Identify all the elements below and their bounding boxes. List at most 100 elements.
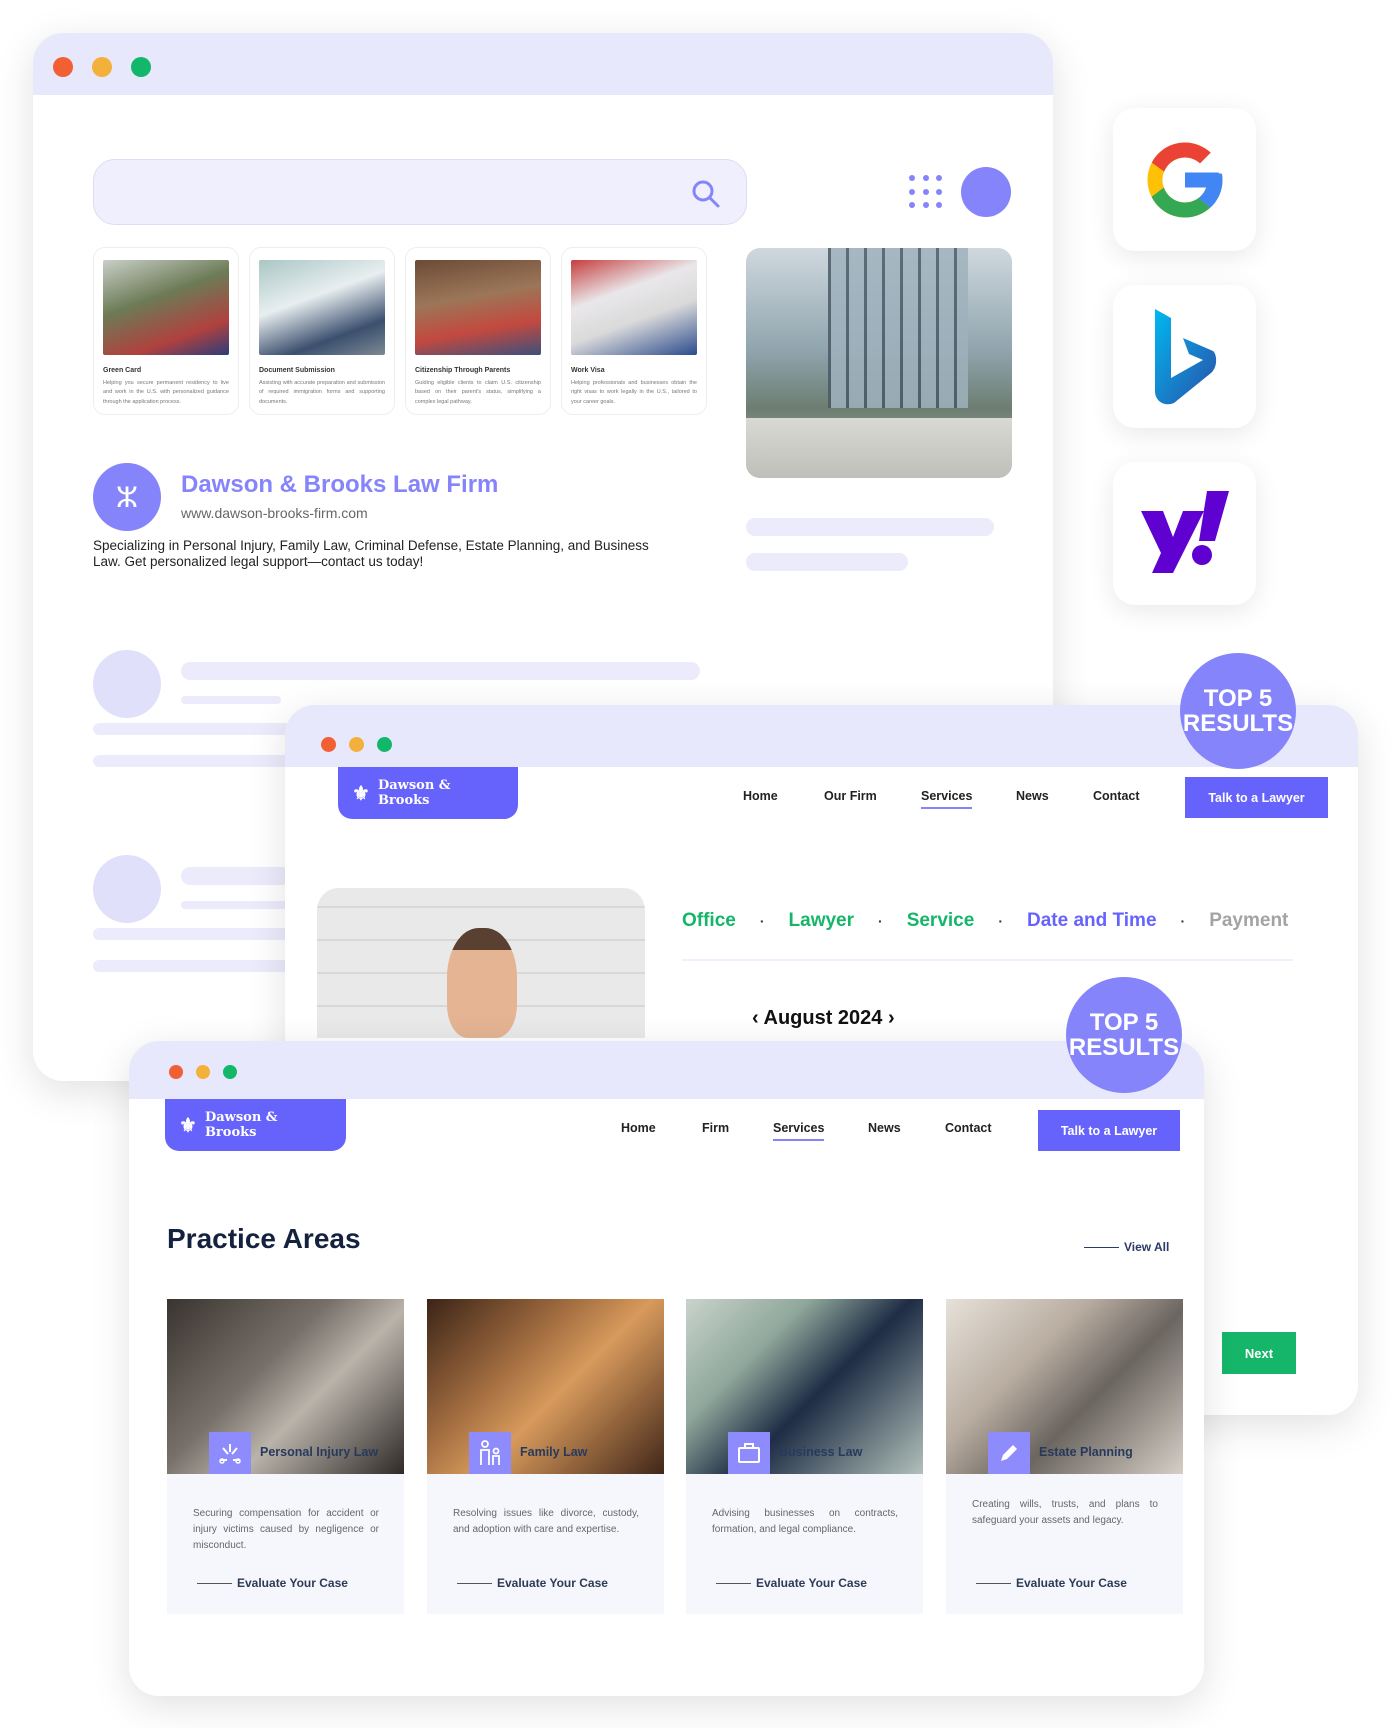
practice-card[interactable]: Estate Planning Creating wills, trusts, … bbox=[946, 1299, 1183, 1614]
lawyer-photo bbox=[317, 888, 645, 1038]
nav-our-firm[interactable]: Our Firm bbox=[824, 789, 877, 803]
maximize-dot[interactable] bbox=[131, 57, 151, 77]
placeholder-line bbox=[93, 755, 293, 767]
nav-firm[interactable]: Firm bbox=[702, 1121, 729, 1135]
brand-logo[interactable]: ⚜ Dawson & Brooks bbox=[338, 767, 518, 819]
next-month-button[interactable]: › bbox=[888, 1007, 895, 1029]
placeholder-line bbox=[93, 960, 293, 972]
step-lawyer[interactable]: Lawyer bbox=[789, 910, 854, 932]
placeholder-line bbox=[181, 696, 281, 704]
nav-news[interactable]: News bbox=[1016, 789, 1049, 803]
month-label: August 2024 bbox=[763, 1007, 883, 1029]
placeholder-avatar bbox=[93, 650, 161, 718]
nav-contact[interactable]: Contact bbox=[1093, 789, 1140, 803]
result-url[interactable]: www.dawson-brooks-firm.com bbox=[181, 505, 368, 521]
service-card-title: Work Visa bbox=[571, 367, 605, 374]
evaluate-case-link[interactable]: Evaluate Your Case bbox=[457, 1576, 608, 1590]
minimize-dot[interactable] bbox=[92, 57, 112, 77]
practice-card[interactable]: Family Law Resolving issues like divorce… bbox=[427, 1299, 664, 1614]
practice-name: Family Law bbox=[520, 1445, 588, 1459]
view-all-link[interactable]: View All bbox=[1084, 1240, 1169, 1254]
step-service[interactable]: Service bbox=[907, 910, 975, 932]
apps-grid-icon[interactable] bbox=[909, 175, 945, 211]
maximize-dot[interactable] bbox=[223, 1065, 237, 1079]
search-icon[interactable] bbox=[690, 178, 722, 210]
placeholder-avatar bbox=[93, 855, 161, 923]
visa-application-photo bbox=[571, 260, 697, 355]
practice-card[interactable]: Personal Injury Law Securing compensatio… bbox=[167, 1299, 404, 1614]
result-description: Specializing in Personal Injury, Family … bbox=[93, 538, 649, 570]
result-title-link[interactable]: Dawson & Brooks Law Firm bbox=[181, 471, 498, 499]
nav-contact[interactable]: Contact bbox=[945, 1121, 992, 1135]
search-input[interactable] bbox=[93, 159, 747, 225]
service-card[interactable]: Work Visa Helping professionals and busi… bbox=[561, 247, 707, 415]
google-icon bbox=[1147, 142, 1222, 217]
firm-logo: ⵣ bbox=[93, 463, 161, 531]
minimize-dot[interactable] bbox=[349, 737, 364, 752]
service-card[interactable]: Citizenship Through Parents Guiding elig… bbox=[405, 247, 551, 415]
service-card[interactable]: Green Card Helping you secure permanent … bbox=[93, 247, 239, 415]
placeholder-line bbox=[181, 901, 291, 909]
practice-desc: Resolving issues like divorce, custody, … bbox=[453, 1508, 639, 1535]
section-title: Practice Areas bbox=[167, 1223, 361, 1254]
practice-name: Business Law bbox=[779, 1445, 863, 1459]
green-card-photo bbox=[103, 260, 229, 355]
talk-to-lawyer-button[interactable]: Talk to a Lawyer bbox=[1038, 1110, 1180, 1151]
service-card[interactable]: Document Submission Assisting with accur… bbox=[249, 247, 395, 415]
document-photo bbox=[259, 260, 385, 355]
minimize-dot[interactable] bbox=[196, 1065, 210, 1079]
briefcase-icon bbox=[728, 1432, 770, 1474]
family-icon bbox=[469, 1432, 511, 1474]
family-flag-photo bbox=[415, 260, 541, 355]
practice-desc: Creating wills, trusts, and plans to saf… bbox=[972, 1499, 1158, 1526]
maximize-dot[interactable] bbox=[377, 737, 392, 752]
placeholder-line bbox=[746, 553, 908, 571]
close-dot[interactable] bbox=[321, 737, 336, 752]
brand-name: Dawson & Brooks bbox=[204, 1110, 278, 1140]
step-office[interactable]: Office bbox=[682, 910, 736, 932]
window-titlebar bbox=[129, 1041, 1204, 1099]
brand-name: Dawson & Brooks bbox=[377, 778, 451, 808]
placeholder-line bbox=[93, 723, 293, 735]
nav-home[interactable]: Home bbox=[743, 789, 778, 803]
nav-news[interactable]: News bbox=[868, 1121, 901, 1135]
step-payment: Payment bbox=[1209, 910, 1289, 931]
bing-card[interactable] bbox=[1113, 285, 1256, 428]
pen-icon bbox=[988, 1432, 1030, 1474]
practice-name: Personal Injury Law bbox=[260, 1445, 379, 1459]
site-navbar: ⚜ Dawson & Brooks Home Our Firm Services… bbox=[285, 767, 1358, 837]
service-card-title: Green Card bbox=[103, 367, 142, 374]
bing-icon bbox=[1154, 308, 1216, 404]
evaluate-case-link[interactable]: Evaluate Your Case bbox=[976, 1576, 1127, 1590]
top-5-results-badge: TOP 5 RESULTS bbox=[1066, 977, 1182, 1093]
placeholder-line bbox=[181, 867, 291, 885]
steps-divider bbox=[682, 959, 1293, 961]
yahoo-card[interactable] bbox=[1113, 462, 1256, 605]
nav-services[interactable]: Services bbox=[921, 789, 973, 809]
monogram-icon: ⚜ bbox=[179, 1113, 197, 1137]
practice-desc: Advising businesses on contracts, format… bbox=[712, 1508, 898, 1535]
service-card-title: Document Submission bbox=[259, 367, 335, 374]
site-navbar: ⚜ Dawson & Brooks Home Firm Services New… bbox=[129, 1099, 1204, 1169]
practice-card[interactable]: Business Law Advising businesses on cont… bbox=[686, 1299, 923, 1614]
practice-desc: Securing compensation for accident or in… bbox=[193, 1508, 379, 1551]
profile-avatar[interactable] bbox=[961, 167, 1011, 217]
google-card[interactable] bbox=[1113, 108, 1256, 251]
office-building-photo bbox=[746, 248, 1012, 478]
evaluate-case-link[interactable]: Evaluate Your Case bbox=[716, 1576, 867, 1590]
evaluate-case-link[interactable]: Evaluate Your Case bbox=[197, 1576, 348, 1590]
nav-services[interactable]: Services bbox=[773, 1121, 825, 1141]
talk-to-lawyer-button[interactable]: Talk to a Lawyer bbox=[1185, 777, 1328, 818]
month-selector: ‹ August 2024 › bbox=[752, 1007, 895, 1030]
service-card-desc: Helping professionals and businesses obt… bbox=[571, 380, 697, 405]
service-card-desc: Helping you secure permanent residency t… bbox=[103, 380, 229, 405]
practice-name: Estate Planning bbox=[1039, 1445, 1133, 1459]
next-button[interactable]: Next bbox=[1222, 1332, 1296, 1374]
close-dot[interactable] bbox=[53, 57, 73, 77]
step-date-time[interactable]: Date and Time bbox=[1027, 910, 1157, 932]
prev-month-button[interactable]: ‹ bbox=[752, 1007, 759, 1029]
brand-logo[interactable]: ⚜ Dawson & Brooks bbox=[165, 1099, 346, 1151]
close-dot[interactable] bbox=[169, 1065, 183, 1079]
nav-home[interactable]: Home bbox=[621, 1121, 656, 1135]
service-card-desc: Guiding eligible clients to claim U.S. c… bbox=[415, 380, 541, 405]
